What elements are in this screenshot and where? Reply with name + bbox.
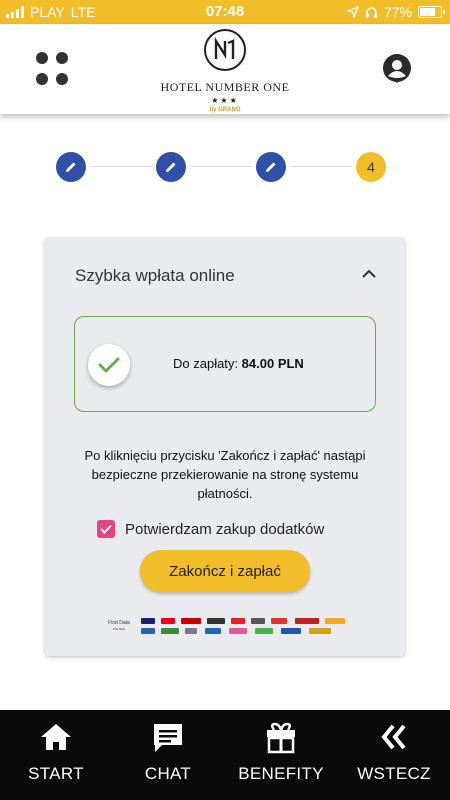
bank-logo (141, 618, 155, 624)
status-right: 77% (347, 4, 445, 20)
confirm-label: Potwierdzam zakup dodatków (125, 520, 325, 538)
step-3[interactable] (256, 152, 286, 182)
bank-logo (205, 628, 221, 634)
menu-dot (56, 52, 68, 64)
menu-dot (36, 52, 48, 64)
user-profile-icon (383, 54, 411, 83)
battery-icon (418, 6, 445, 18)
nav-wstecz[interactable]: WSTECZ (338, 710, 450, 800)
amount-value: 84.00 PLN (241, 356, 304, 371)
payment-provider-logos: First Data POLSKA (105, 616, 350, 638)
pencil-icon (66, 162, 76, 172)
headphones-icon (365, 7, 377, 18)
nav-label: BENEFITY (238, 764, 324, 783)
hotel-name: HOTEL NUMBER ONE (160, 80, 290, 94)
gift-icon (267, 722, 295, 754)
status-bar: PLAY LTE 07:48 77% (0, 0, 450, 24)
nav-label: WSTECZ (357, 764, 431, 783)
bottom-navigation: START CHAT BENEFITY WSTECZ (0, 710, 450, 800)
nav-label: START (28, 764, 84, 783)
checkmark-icon (98, 357, 120, 373)
monogram-logo-icon (204, 29, 246, 71)
bank-logo (207, 618, 225, 624)
card-title: Szybka wpłata online (75, 266, 235, 285)
nav-label: CHAT (144, 764, 192, 783)
nav-start[interactable]: START (0, 710, 112, 800)
check-badge (88, 344, 130, 386)
progress-stepper: 4 (56, 152, 386, 182)
menu-grid-button[interactable] (36, 52, 70, 86)
nav-benefity[interactable]: BENEFITY (224, 710, 338, 800)
confirm-checkbox[interactable] (97, 520, 115, 538)
amount-due: Do zapłaty: 84.00 PLN (173, 356, 304, 371)
bank-logo (185, 628, 197, 634)
bank-logo (271, 618, 287, 624)
nav-chat[interactable]: CHAT (112, 710, 224, 800)
bank-logo (255, 628, 273, 634)
pencil-icon (266, 162, 276, 172)
online-payment-card: Szybka wpłata online Do zapłaty: 84.00 P… (45, 238, 405, 656)
app-header: HOTEL NUMBER ONE ★★★ by GRANO (0, 24, 450, 114)
bank-logo (181, 618, 201, 624)
step-1[interactable] (56, 152, 86, 182)
bank-logo (161, 618, 175, 624)
checkbox-check-icon (100, 524, 112, 534)
bank-logo (325, 618, 345, 624)
step-connector (90, 166, 152, 167)
menu-dot (56, 73, 68, 85)
bank-logo (295, 618, 319, 624)
bank-logo (229, 628, 247, 634)
profile-button[interactable] (380, 52, 414, 86)
battery-percent: 77% (383, 4, 412, 20)
amount-due-box: Do zapłaty: 84.00 PLN (74, 316, 376, 412)
hotel-stars: ★★★ (211, 96, 239, 105)
step-2[interactable] (156, 152, 186, 182)
hotel-logo[interactable]: HOTEL NUMBER ONE ★★★ by GRANO (150, 28, 300, 114)
step-4-current: 4 (356, 152, 386, 182)
step-connector (190, 166, 252, 167)
brand-line: by GRANO (209, 107, 241, 113)
first-data-logo: First Data POLSKA (108, 620, 130, 631)
redirect-info-text: Po kliknięciu przycisku 'Zakończ i zapła… (84, 448, 366, 501)
amount-label: Do zapłaty: (173, 356, 239, 371)
bank-logo (309, 628, 331, 634)
confirm-purchase-row[interactable]: Potwierdzam zakup dodatków (97, 520, 324, 538)
back-chevrons-icon (381, 724, 406, 750)
home-icon (41, 724, 71, 750)
pencil-icon (166, 162, 176, 172)
bank-logo (281, 628, 301, 634)
menu-dot (36, 73, 48, 85)
bank-logo (251, 618, 265, 624)
bank-logo (231, 618, 245, 624)
bank-logo (161, 628, 179, 634)
step-connector (290, 166, 352, 167)
bank-logo (141, 628, 155, 634)
finish-and-pay-button[interactable]: Zakończ i zapłać (140, 550, 310, 592)
location-arrow-icon (347, 6, 359, 18)
chat-icon (154, 724, 182, 752)
chevron-up-icon[interactable] (361, 266, 377, 280)
